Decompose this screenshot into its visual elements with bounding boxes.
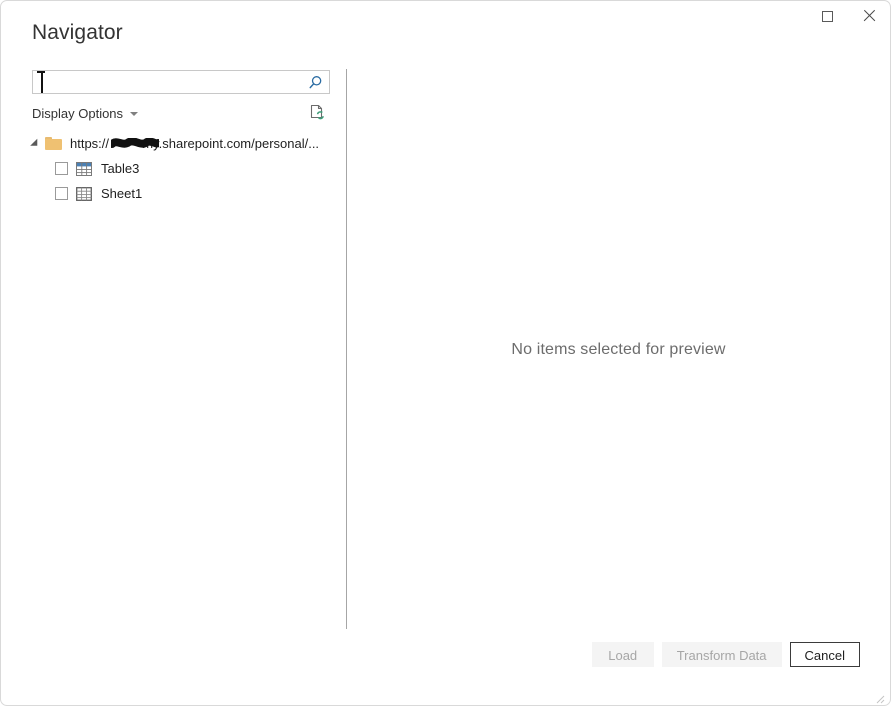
search-icon[interactable]: [306, 74, 324, 92]
display-options-row: Display Options: [32, 103, 330, 125]
tree-root-redacted-name: [109, 136, 138, 151]
tree-item-label: Sheet1: [101, 186, 142, 202]
folder-icon: [45, 137, 62, 151]
worksheet-icon: [76, 187, 92, 201]
tree-item-label: Table3: [101, 161, 139, 177]
navigator-tree: https:// -my.sharepoint.com/personal/...: [1, 131, 346, 206]
search-box[interactable]: [32, 70, 330, 94]
tree-row-table3[interactable]: Table3: [1, 156, 346, 181]
display-options-dropdown[interactable]: Display Options: [32, 103, 138, 123]
close-button[interactable]: [848, 1, 890, 31]
resize-grip[interactable]: [875, 691, 885, 701]
dialog-footer: Load Transform Data Cancel: [1, 633, 890, 705]
maximize-icon: [822, 11, 833, 22]
navigator-dialog: Navigator Display Options: [0, 0, 891, 706]
preview-pane: No items selected for preview: [347, 61, 890, 635]
tree-root-label: https:// -my.sharepoint.com/personal/...: [70, 136, 319, 152]
chevron-down-icon: [130, 112, 138, 116]
tree-row-root[interactable]: https:// -my.sharepoint.com/personal/...: [1, 131, 346, 156]
table-icon: [76, 162, 92, 176]
maximize-button[interactable]: [806, 1, 848, 31]
checkbox-table3[interactable]: [55, 162, 68, 175]
preview-empty-message: No items selected for preview: [347, 341, 890, 359]
search-input[interactable]: [40, 73, 305, 92]
window-controls: [806, 1, 890, 31]
tree-row-sheet1[interactable]: Sheet1: [1, 181, 346, 206]
search-row: [32, 70, 330, 94]
chevron-expanded-icon: [30, 138, 41, 149]
tree-root-url-suffix: -my.sharepoint.com/personal/...: [138, 136, 319, 151]
refresh-document-icon[interactable]: [307, 102, 327, 122]
tree-root-url-prefix: https://: [70, 136, 109, 151]
close-icon: [862, 9, 876, 23]
cancel-button[interactable]: Cancel: [790, 642, 860, 667]
transform-data-button[interactable]: Transform Data: [662, 642, 782, 667]
load-button[interactable]: Load: [592, 642, 654, 667]
checkbox-sheet1[interactable]: [55, 187, 68, 200]
navigator-left-pane: Display Options: [1, 61, 346, 705]
expand-collapse-toggle[interactable]: [32, 139, 45, 149]
footer-button-row: Load Transform Data Cancel: [592, 642, 860, 667]
display-options-label: Display Options: [32, 106, 123, 121]
page-title: Navigator: [32, 20, 123, 46]
